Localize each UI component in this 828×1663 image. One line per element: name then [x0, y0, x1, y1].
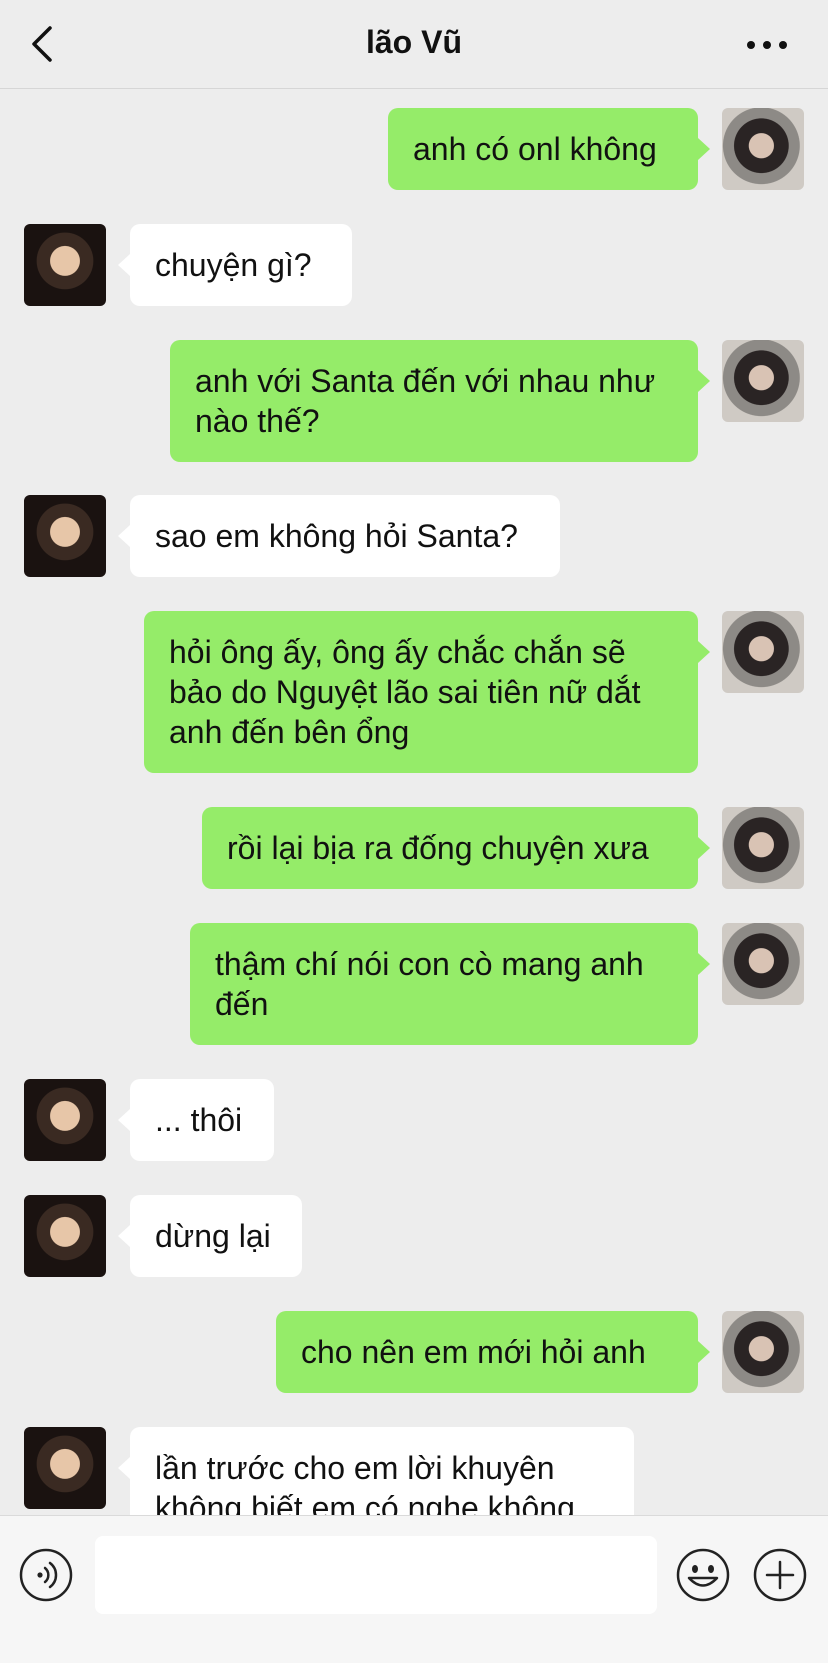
my-avatar[interactable] — [722, 923, 804, 1005]
incoming-message-bubble[interactable]: sao em không hỏi Santa? — [118, 495, 560, 577]
outgoing-message-bubble[interactable]: anh với Santa đến với nhau như nào thế? — [170, 340, 710, 462]
incoming-message-bubble[interactable]: chuyện gì? — [118, 224, 352, 306]
outgoing-message-bubble[interactable]: cho nên em mới hỏi anh — [276, 1311, 710, 1393]
my-avatar[interactable] — [722, 611, 804, 693]
my-avatar[interactable] — [722, 1311, 804, 1393]
message-input[interactable] — [95, 1536, 657, 1614]
my-avatar[interactable] — [722, 340, 804, 422]
incoming-message-bubble[interactable]: dừng lại — [118, 1195, 302, 1277]
more-dots-icon[interactable] — [746, 40, 788, 50]
incoming-message-bubble[interactable]: lần trước cho em lời khuyên không biết e… — [118, 1427, 634, 1515]
chat-header: lão Vũ — [0, 0, 828, 89]
contact-avatar[interactable] — [24, 224, 106, 306]
emoji-icon[interactable] — [675, 1547, 731, 1603]
plus-icon[interactable] — [752, 1547, 808, 1603]
incoming-message-bubble[interactable]: ... thôi — [118, 1079, 274, 1161]
outgoing-message-bubble[interactable]: anh có onl không — [388, 108, 710, 190]
contact-avatar[interactable] — [24, 1195, 106, 1277]
my-avatar[interactable] — [722, 807, 804, 889]
outgoing-message-bubble[interactable]: hỏi ông ấy, ông ấy chắc chắn sẽ bảo do N… — [144, 611, 710, 773]
voice-icon[interactable] — [18, 1547, 74, 1603]
outgoing-message-bubble[interactable]: thậm chí nói con cò mang anh đến — [190, 923, 710, 1045]
chat-title: lão Vũ — [365, 24, 462, 60]
contact-avatar[interactable] — [24, 1427, 106, 1509]
contact-avatar[interactable] — [24, 495, 106, 577]
outgoing-message-bubble[interactable]: rồi lại bịa ra đống chuyện xưa — [202, 807, 710, 889]
input-bar — [0, 1515, 828, 1663]
message-list[interactable]: anh có onl không chuyện gì? anh với Sant… — [0, 89, 828, 1515]
contact-avatar[interactable] — [24, 1079, 106, 1161]
my-avatar[interactable] — [722, 108, 804, 190]
